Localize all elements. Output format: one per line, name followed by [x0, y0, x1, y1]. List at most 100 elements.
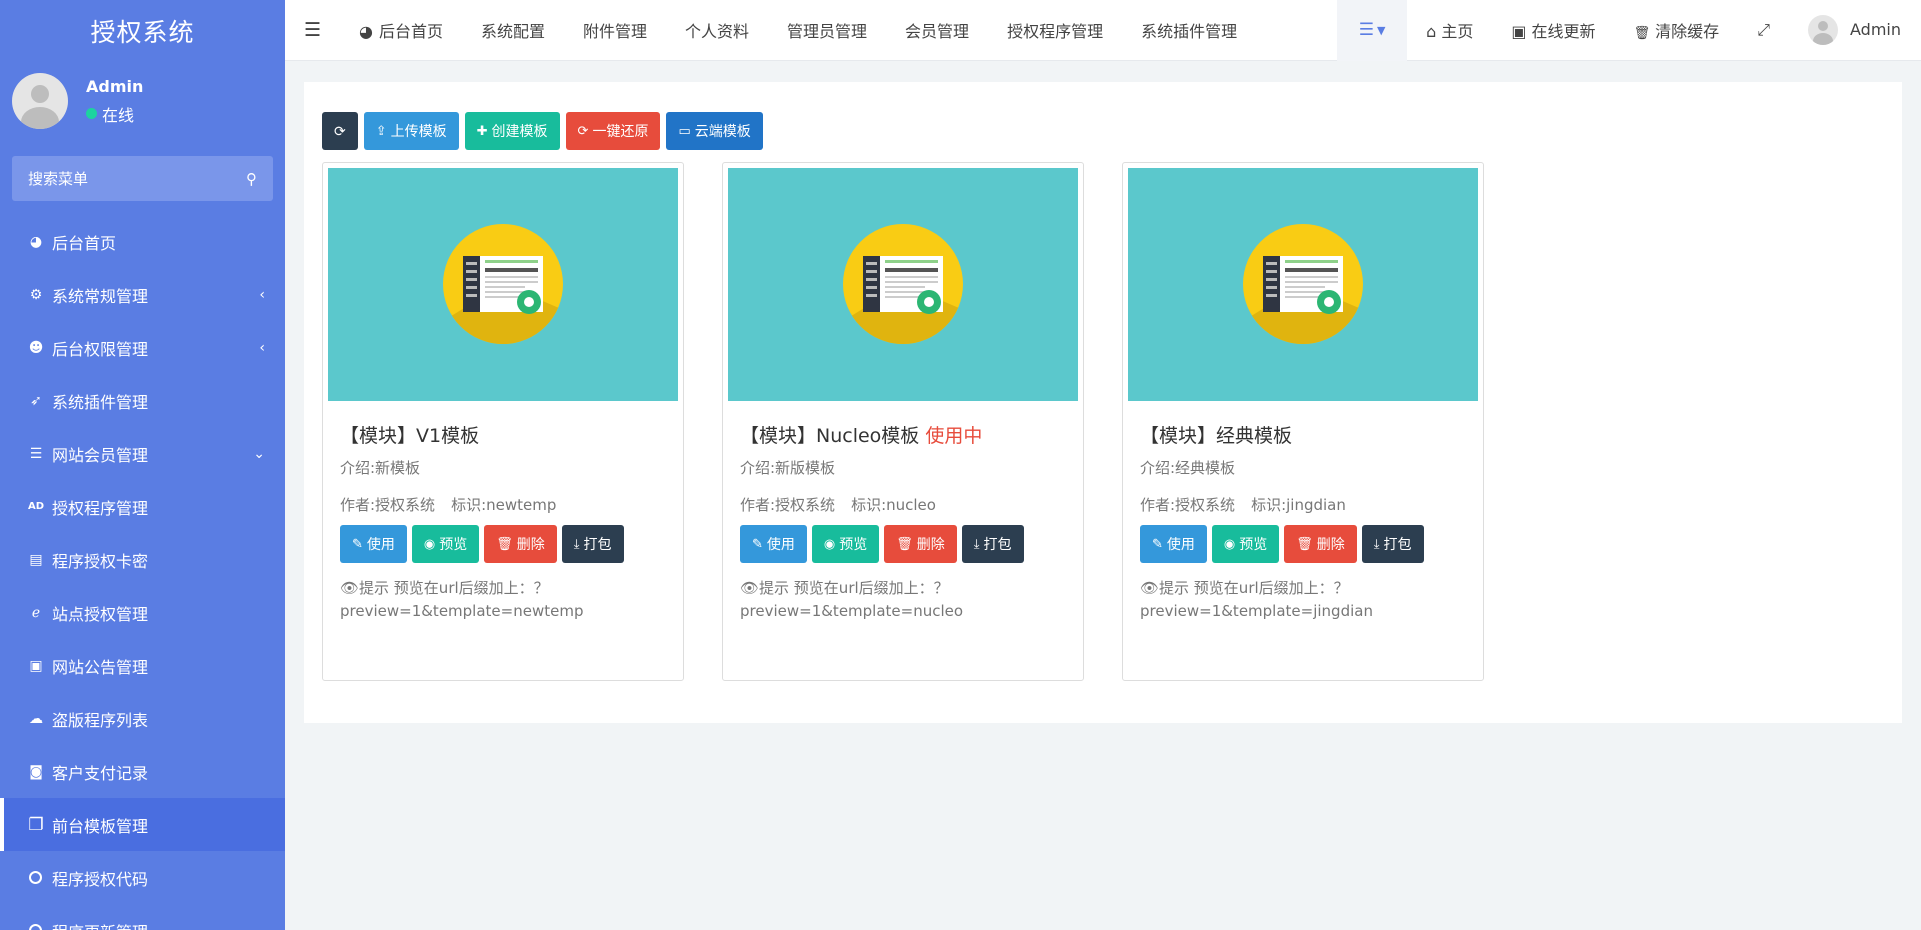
pencil-icon: ✎ — [352, 536, 363, 551]
use-template-button[interactable]: ✎ 使用 — [740, 525, 807, 563]
nav-label: 在线更新 — [1531, 22, 1596, 41]
trash-icon: 🗑 — [496, 536, 513, 551]
laptop-icon: ▭ — [678, 123, 691, 138]
nav-label: 清除缓存 — [1655, 22, 1720, 41]
nav-user-menu[interactable]: Admin — [1789, 15, 1921, 45]
create-template-button[interactable]: ✚ 创建模板 — [464, 112, 560, 150]
nav-profile[interactable]: 个人资料 — [666, 18, 768, 42]
template-cards: 【模块】V1模板 介绍:新模板 作者:授权系统 标识:newtemp ✎ 使用 ◉ 预… — [322, 162, 1484, 681]
preview-template-button[interactable]: ◉ 预览 — [1211, 525, 1280, 563]
sidebar-item-frontend-templates[interactable]: ❐ 前台模板管理 — [0, 798, 285, 851]
template-identifier: 标识:jingdian — [1251, 496, 1346, 514]
sidebar-item-licensed-programs[interactable]: AD 授权程序管理 — [0, 480, 285, 533]
nav-attachments[interactable]: 附件管理 — [564, 18, 666, 42]
sidebar-item-license-code[interactable]: 程序授权代码 — [0, 851, 285, 904]
sidebar-item-label: 盗版程序列表 — [52, 710, 149, 730]
dashboard-icon: ◕ — [359, 22, 373, 41]
chevron-left-icon: ‹ — [259, 339, 265, 356]
sidebar-item-payments[interactable]: ◙ 客户支付记录 — [0, 745, 285, 798]
sidebar-item-label: 后台权限管理 — [52, 339, 149, 359]
template-preview-icon — [443, 224, 563, 344]
avatar[interactable] — [12, 73, 68, 129]
template-thumbnail[interactable] — [328, 168, 678, 401]
template-title: 【模块】经典模板 — [1140, 421, 1466, 448]
preview-template-button[interactable]: ◉ 预览 — [811, 525, 880, 563]
sidebar-item-system-general[interactable]: ⚙ 系统常规管理 ‹ — [0, 268, 285, 321]
rocket-icon: ➶ — [30, 392, 42, 409]
preview-tip-line1: 👁提示 预览在url后缀加上：？ — [340, 579, 549, 597]
refresh-button[interactable]: ⟳ — [322, 112, 358, 150]
use-template-button[interactable]: ✎ 使用 — [1140, 525, 1207, 563]
sidebar-item-announcements[interactable]: ▣ 网站公告管理 — [0, 639, 285, 692]
sidebar-toggle-icon[interactable]: ☰ — [285, 19, 340, 41]
sidebar-item-members[interactable]: ☰ 网站会员管理 ⌄ — [0, 427, 285, 480]
circle-icon — [29, 924, 42, 930]
upload-template-button[interactable]: ⇪ 上传模板 — [363, 112, 459, 150]
upload-template-label: 上传模板 — [390, 123, 447, 139]
preview-tip-line2: preview=1&template=nucleo — [740, 602, 964, 620]
restore-label: 一键还原 — [592, 123, 649, 139]
nav-admins[interactable]: 管理员管理 — [768, 18, 886, 42]
search-icon[interactable]: ⚲ — [246, 170, 257, 188]
nav-dropdown-button[interactable]: ☰ ▼ — [1337, 0, 1408, 61]
nav-plugins[interactable]: 系统插件管理 — [1122, 18, 1256, 42]
delete-template-button[interactable]: 🗑 删除 — [1284, 525, 1357, 563]
list-icon: ☰ — [29, 445, 43, 462]
template-panel: ⟳ ⇪ 上传模板 ✚ 创建模板 ⟳ 一键还原 ▭ 云端模板 【模块】V1模板 介… — [304, 82, 1902, 723]
pencil-icon: ✎ — [1152, 536, 1163, 551]
nav-online-update[interactable]: ▣ 在线更新 — [1492, 18, 1614, 42]
preview-tip: 👁提示 预览在url后缀加上：？ preview=1&template=jing… — [1140, 577, 1466, 623]
preview-label: 预览 — [439, 536, 468, 552]
restore-button[interactable]: ⟳ 一键还原 — [565, 112, 661, 150]
sidebar-item-label: 系统插件管理 — [52, 392, 149, 412]
nav-dashboard[interactable]: ◕ 后台首页 — [340, 18, 462, 42]
sidebar-item-pirated-programs[interactable]: ☁ 盗版程序列表 — [0, 692, 285, 745]
sidebar-item-label: 站点授权管理 — [52, 604, 149, 624]
template-thumbnail[interactable] — [1128, 168, 1478, 401]
pack-label: 打包 — [1383, 536, 1412, 552]
sidebar: 授权系统 Admin 在线 搜索菜单 ⚲ ◕ 后台首页 ⚙ 系统常规管理 ‹ ☻… — [0, 0, 285, 930]
template-thumbnail[interactable] — [728, 168, 1078, 401]
pack-template-button[interactable]: ⤓ 打包 — [561, 525, 624, 563]
template-author: 作者:授权系统 — [1140, 496, 1236, 514]
nav-system-config[interactable]: 系统配置 — [462, 18, 564, 42]
delete-template-button[interactable]: 🗑 删除 — [484, 525, 557, 563]
download-icon: ⤓ — [973, 536, 980, 551]
sidebar-item-label: 程序授权卡密 — [52, 551, 149, 571]
sidebar-item-site-licenses[interactable]: ℯ 站点授权管理 — [0, 586, 285, 639]
pack-label: 打包 — [983, 536, 1012, 552]
pencil-icon: ✎ — [752, 536, 763, 551]
delete-label: 删除 — [1316, 536, 1345, 552]
delete-template-button[interactable]: 🗑 删除 — [884, 525, 957, 563]
nav-licensed-programs[interactable]: 授权程序管理 — [988, 18, 1122, 42]
sidebar-item-updates[interactable]: 程序更新管理 — [0, 904, 285, 930]
pack-template-button[interactable]: ⤓ 打包 — [1361, 525, 1424, 563]
preview-tip-line2: preview=1&template=jingdian — [1140, 602, 1373, 620]
preview-template-button[interactable]: ◉ 预览 — [411, 525, 480, 563]
sidebar-item-permissions[interactable]: ☻ 后台权限管理 ‹ — [0, 321, 285, 374]
sidebar-item-plugins[interactable]: ➶ 系统插件管理 — [0, 374, 285, 427]
nav-home[interactable]: ⌂ 主页 — [1407, 18, 1492, 42]
sidebar-search-input[interactable]: 搜索菜单 ⚲ — [12, 156, 273, 201]
fullscreen-icon[interactable]: ⤢ — [1738, 20, 1789, 40]
nav-label: 主页 — [1441, 22, 1474, 41]
nav-clear-cache[interactable]: 🗑 清除缓存 — [1615, 18, 1739, 42]
nav-members[interactable]: 会员管理 — [886, 18, 988, 42]
use-template-button[interactable]: ✎ 使用 — [340, 525, 407, 563]
template-identifier: 标识:newtemp — [451, 496, 557, 514]
template-meta: 作者:授权系统 标识:jingdian — [1140, 494, 1466, 515]
pack-label: 打包 — [583, 536, 612, 552]
pack-template-button[interactable]: ⤓ 打包 — [961, 525, 1024, 563]
create-template-label: 创建模板 — [491, 123, 548, 139]
cloud-template-button[interactable]: ▭ 云端模板 — [666, 112, 763, 150]
sidebar-item-license-cards[interactable]: ▤ 程序授权卡密 — [0, 533, 285, 586]
template-description: 介绍:新模板 — [340, 459, 421, 477]
preview-tip-line1: 👁提示 预览在url后缀加上：？ — [1140, 579, 1349, 597]
template-author: 作者:授权系统 — [340, 496, 436, 514]
sidebar-item-dashboard[interactable]: ◕ 后台首页 — [0, 215, 285, 268]
nav-label: 后台首页 — [378, 22, 443, 41]
brand-title[interactable]: 授权系统 — [0, 0, 285, 61]
template-meta: 作者:授权系统 标识:nucleo — [740, 494, 1066, 515]
nav-admin-name: Admin — [1850, 19, 1901, 39]
preview-tip-line1: 👁提示 预览在url后缀加上：？ — [740, 579, 949, 597]
